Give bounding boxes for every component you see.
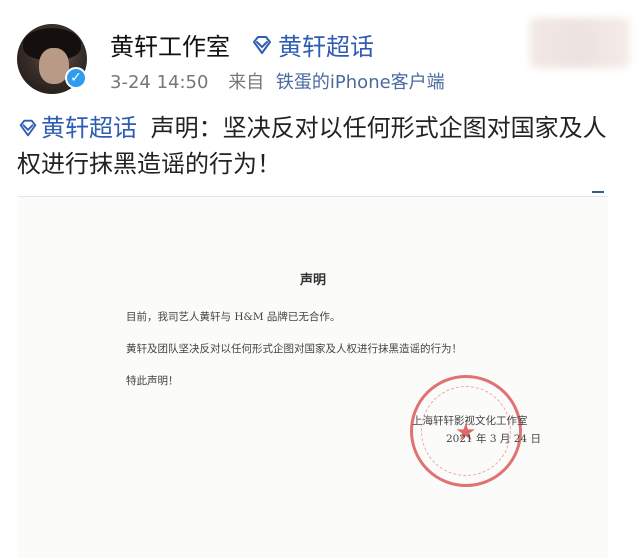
post-time: 3-24 14:50 (110, 72, 209, 93)
post-meta: 3-24 14:50 来自 铁蛋的iPhone客户端 (110, 68, 445, 94)
post-source[interactable]: 铁蛋的iPhone客户端 (276, 72, 445, 93)
topic-link[interactable]: 黄轩超话 (250, 27, 374, 62)
post-body: 黄轩超话 声明：坚决反对以任何形式企图对国家及人权进行抹黑造谣的行为！ (17, 110, 627, 182)
post-header: ✓ 黄轩工作室 黄轩超话 3-24 14:50 来自 铁蛋的iPhone客户端 (0, 0, 640, 100)
topic-tag[interactable]: 黄轩超话 (17, 114, 145, 142)
signature-org: 上海轩轩影视文化工作室 (412, 415, 528, 427)
document-title: 声明 (299, 273, 326, 288)
diamond-icon (253, 35, 271, 54)
diamond-icon (19, 119, 37, 137)
signature-date: 2021 年 3 月 24 日 (446, 433, 541, 445)
document-paragraph-2: 黄轩及团队坚决反对以任何形式企图对国家及人权进行抹黑造谣的行为！ (126, 343, 462, 355)
source-prefix: 来自 (228, 72, 265, 93)
statement-image[interactable]: 声明 目前，我司艺人黄轩与 H&M 品牌已无合作。 黄轩及团队坚决反对以任何形式… (18, 191, 608, 558)
document-paragraph-1: 目前，我司艺人黄轩与 H&M 品牌已无合作。 (126, 311, 341, 323)
topic-tag-label: 黄轩超话 (41, 114, 137, 142)
divider (592, 191, 604, 193)
author-name[interactable]: 黄轩工作室 (110, 27, 230, 62)
blurred-follow-button[interactable] (530, 18, 630, 68)
verified-badge-icon: ✓ (65, 67, 87, 89)
topic-link-label: 黄轩超话 (278, 33, 374, 61)
document-closing: 特此声明！ (126, 375, 179, 387)
